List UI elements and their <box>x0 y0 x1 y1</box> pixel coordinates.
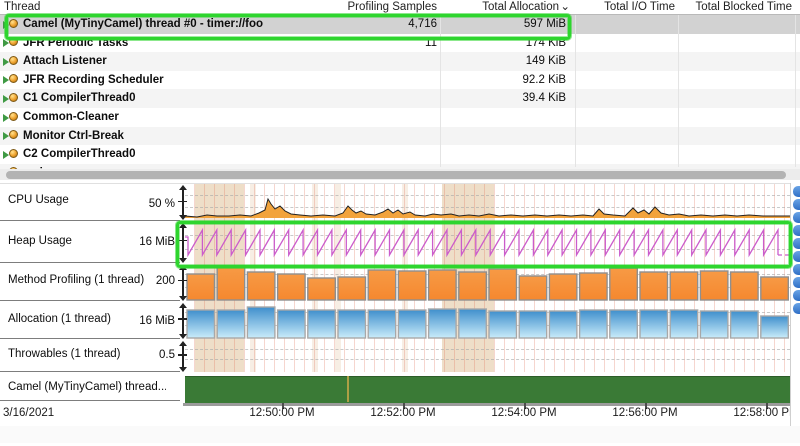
event-marker <box>347 376 349 402</box>
cpu-usage-curve <box>185 184 790 221</box>
legend-toggle-button[interactable] <box>793 186 800 197</box>
chart-label-text: Throwables (1 thread) <box>8 348 121 360</box>
alloc-row-bars <box>185 301 790 339</box>
col-header-blocked[interactable]: Total Blocked Time <box>695 0 792 14</box>
allocation-chart[interactable] <box>185 301 790 339</box>
legend-toggle-button[interactable] <box>793 238 800 249</box>
chart-axis-value: 16 MiB <box>139 315 175 327</box>
thread-activity-bar <box>185 376 790 404</box>
thread-icon <box>9 149 18 158</box>
method-profiling-chart[interactable] <box>185 263 790 301</box>
column-divider <box>795 0 796 167</box>
time-tick-label: 12:58:00 PM <box>733 407 798 419</box>
table-hscrollbar-thumb[interactable] <box>6 171 786 179</box>
chart-legend-strip <box>790 183 800 426</box>
arrow-down-icon <box>179 215 187 220</box>
thread-name: JFR Recording Scheduler <box>23 71 164 90</box>
thread-icon <box>9 130 18 139</box>
col-header-allocation[interactable]: Total Allocation <box>482 0 559 14</box>
thread-name: Attach Listener <box>23 52 107 71</box>
thread-icon <box>9 56 18 65</box>
alloc-axis <box>177 304 189 338</box>
chart-axis-value: 50 % <box>149 198 175 210</box>
table-row[interactable]: Common-Cleaner <box>0 108 800 127</box>
table-row[interactable]: JFR Recording Scheduler 92.2 KiB <box>0 71 800 90</box>
chart-label-text: Heap Usage <box>8 235 72 247</box>
arrow-down-icon <box>179 334 187 339</box>
col-header-io[interactable]: Total I/O Time <box>604 0 675 14</box>
thread-name: C2 CompilerThread0 <box>23 145 135 164</box>
thread-icon <box>9 112 18 121</box>
throwables-axis <box>177 342 189 371</box>
horizontal-gridline <box>185 349 790 350</box>
legend-toggle-button[interactable] <box>793 225 800 236</box>
thread-name: Common-Cleaner <box>23 108 119 127</box>
chart-axis-value: 16 MiB <box>139 236 175 248</box>
chart-label-allocation[interactable]: Allocation (1 thread) 16 MiB <box>0 301 180 339</box>
col-header-thread[interactable]: Thread <box>4 0 40 14</box>
method-axis <box>177 266 189 300</box>
chart-label-heap[interactable]: Heap Usage 16 MiB <box>0 221 180 263</box>
cpu-usage-chart[interactable] <box>185 184 790 221</box>
time-gridlines <box>185 339 790 372</box>
legend-toggle-button[interactable] <box>793 199 800 210</box>
thread-icon <box>9 93 18 102</box>
timeline-scrollbar-track[interactable] <box>0 426 800 443</box>
legend-toggle-button[interactable] <box>793 264 800 275</box>
column-divider <box>678 0 679 167</box>
table-row[interactable]: C1 CompilerThread0 39.4 KiB <box>0 89 800 108</box>
chart-label-throwables[interactable]: Throwables (1 thread) 0.5 <box>0 339 180 372</box>
arrow-down-icon <box>179 296 187 301</box>
annotation-box-selected-row <box>5 14 571 40</box>
legend-toggle-button[interactable] <box>793 251 800 262</box>
column-divider <box>575 0 576 167</box>
time-tick-label: 12:56:00 PM <box>612 407 677 419</box>
annotation-box-heap-chart <box>176 221 792 268</box>
chart-label-camel-thread[interactable]: Camel (MyTinyCamel) thread... <box>0 372 180 401</box>
thread-table-header: Thread Profiling Samples Total Allocatio… <box>0 0 800 15</box>
chart-label-text: Camel (MyTinyCamel) thread... <box>8 381 166 393</box>
thread-name: Monitor Ctrl-Break <box>23 127 124 146</box>
thread-name: C1 CompilerThread0 <box>23 89 135 108</box>
arrow-up-icon <box>179 185 187 190</box>
horizontal-gridline <box>185 359 790 360</box>
chart-label-text: CPU Usage <box>8 194 69 206</box>
allocation-value: 39.4 KiB <box>523 89 566 108</box>
cpu-axis <box>177 186 189 219</box>
legend-toggle-button[interactable] <box>793 212 800 223</box>
table-hscrollbar[interactable] <box>0 169 800 180</box>
time-tick-label: 12:54:00 PM <box>491 407 556 419</box>
table-row[interactable]: C2 CompilerThread0 <box>0 145 800 164</box>
thread-icon <box>9 74 18 83</box>
chart-axis-value: 0.5 <box>159 349 175 361</box>
col-header-samples[interactable]: Profiling Samples <box>348 0 437 14</box>
chart-label-method-profiling[interactable]: Method Profiling (1 thread) 200 <box>0 263 180 301</box>
chart-label-cpu[interactable]: CPU Usage 50 % <box>0 184 180 221</box>
allocation-value: 92.2 KiB <box>523 71 566 90</box>
chart-label-text: Method Profiling (1 thread) <box>8 274 144 286</box>
arrow-up-icon <box>179 341 187 346</box>
throwables-chart[interactable] <box>185 339 790 372</box>
legend-toggle-button[interactable] <box>793 290 800 301</box>
table-row[interactable]: Monitor Ctrl-Break <box>0 127 800 146</box>
camel-thread-lane[interactable] <box>185 372 790 404</box>
time-axis-line <box>183 403 797 406</box>
arrow-up-icon <box>179 303 187 308</box>
time-tick-label: 12:52:00 PM <box>370 407 435 419</box>
time-tick-label: 12:50:00 PM <box>249 407 314 419</box>
legend-toggle-button[interactable] <box>793 303 800 314</box>
sort-desc-icon[interactable]: ⌄ <box>560 0 570 14</box>
arrow-down-icon <box>179 367 187 372</box>
allocation-value: 149 KiB <box>526 52 566 71</box>
chart-axis-value: 200 <box>156 275 175 287</box>
chart-label-text: Allocation (1 thread) <box>8 313 111 325</box>
profiler-window: Thread Profiling Samples Total Allocatio… <box>0 0 800 446</box>
table-row[interactable]: Attach Listener 149 KiB <box>0 52 800 71</box>
method-row-bars <box>185 263 790 301</box>
date-label: 3/16/2021 <box>3 407 54 419</box>
legend-toggle-button[interactable] <box>793 277 800 288</box>
